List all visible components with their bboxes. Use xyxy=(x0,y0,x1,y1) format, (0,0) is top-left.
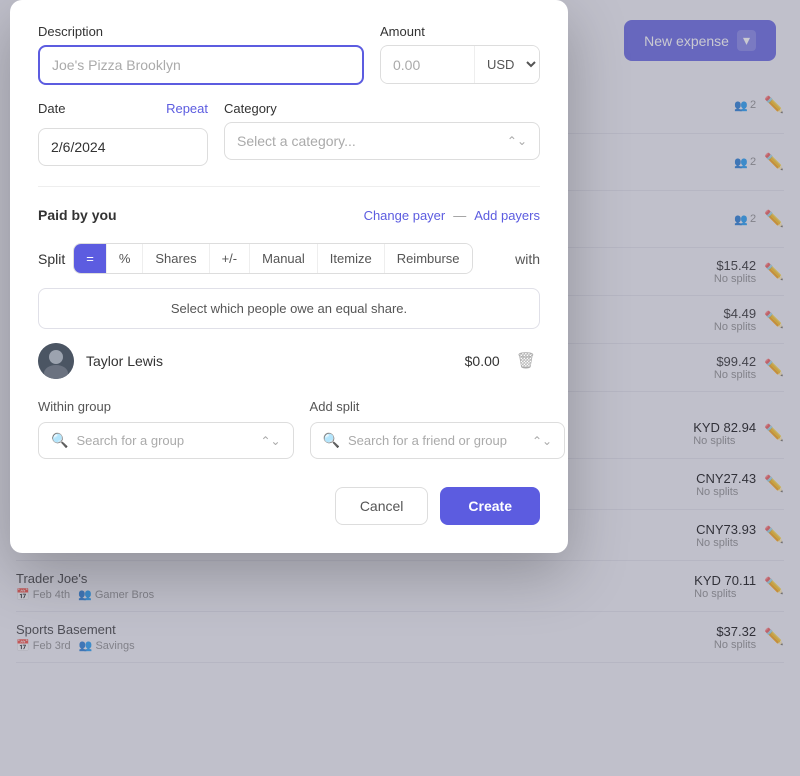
with-label: with xyxy=(515,251,540,267)
person-amount: $0.00 xyxy=(465,353,500,369)
repeat-link[interactable]: Repeat xyxy=(166,101,208,116)
date-category-row: Date Repeat Category Select a category..… xyxy=(38,101,540,166)
date-label: Date xyxy=(38,101,65,116)
tab-shares[interactable]: Shares xyxy=(143,244,209,273)
split-label: Split xyxy=(38,251,65,267)
paid-by-row: Paid by you Change payer — Add payers xyxy=(38,207,540,223)
separator: — xyxy=(453,208,466,223)
description-group: Description xyxy=(38,24,364,85)
add-split-input[interactable] xyxy=(348,433,524,448)
tab-manual[interactable]: Manual xyxy=(250,244,318,273)
group-split-row: Within group 🔍 ⌃⌄ Add split 🔍 ⌃⌄ xyxy=(38,399,540,459)
split-tabs: = % Shares +/- Manual Itemize Reimburse xyxy=(73,243,472,274)
delete-person-button[interactable]: 🗑 xyxy=(512,347,540,375)
amount-group: Amount USD xyxy=(380,24,540,85)
create-button[interactable]: Create xyxy=(440,487,540,525)
person-avatar xyxy=(38,343,74,379)
date-group: Date Repeat xyxy=(38,101,208,166)
expense-modal: Description Amount USD xyxy=(10,0,568,553)
description-input[interactable] xyxy=(38,45,364,85)
add-split-section: Add split 🔍 ⌃⌄ xyxy=(310,399,566,459)
amount-label: Amount xyxy=(380,24,540,39)
description-label: Description xyxy=(38,24,364,39)
category-group: Category Select a category... ⌃⌄ xyxy=(224,101,540,166)
within-group-input[interactable] xyxy=(76,433,252,448)
paid-by-label: Paid by you xyxy=(38,207,117,223)
tab-reimburse[interactable]: Reimburse xyxy=(385,244,472,273)
equal-share-notice: Select which people owe an equal share. xyxy=(38,288,540,329)
within-group-search[interactable]: 🔍 ⌃⌄ xyxy=(38,422,294,459)
amount-input[interactable] xyxy=(381,47,474,83)
modal-body: Description Amount USD xyxy=(10,0,568,553)
modal-overlay: Description Amount USD xyxy=(0,0,800,776)
modal-footer: Cancel Create xyxy=(38,487,540,525)
amount-input-wrapper: USD xyxy=(380,45,540,84)
cancel-button[interactable]: Cancel xyxy=(335,487,429,525)
tab-equal[interactable]: = xyxy=(74,244,107,273)
add-split-search[interactable]: 🔍 ⌃⌄ xyxy=(310,422,566,459)
add-payers-link[interactable]: Add payers xyxy=(474,208,540,223)
date-label-row: Date Repeat xyxy=(38,101,208,116)
within-group-section: Within group 🔍 ⌃⌄ xyxy=(38,399,294,459)
currency-select[interactable]: USD xyxy=(474,46,539,83)
chevron-icon: ⌃⌄ xyxy=(532,434,552,448)
tab-plusminus[interactable]: +/- xyxy=(210,244,251,273)
description-amount-row: Description Amount USD xyxy=(38,24,540,85)
category-label: Category xyxy=(224,101,540,116)
add-split-label: Add split xyxy=(310,399,566,414)
search-icon: 🔍 xyxy=(323,432,340,449)
divider xyxy=(38,186,540,187)
person-name: Taylor Lewis xyxy=(86,353,453,369)
tab-percent[interactable]: % xyxy=(107,244,144,273)
within-group-label: Within group xyxy=(38,399,294,414)
paid-by-actions: Change payer — Add payers xyxy=(364,208,540,223)
split-row: Split = % Shares +/- Manual Itemize Reim… xyxy=(38,243,540,274)
person-row: Taylor Lewis $0.00 🗑 xyxy=(38,343,540,379)
date-input[interactable] xyxy=(38,128,208,166)
category-placeholder: Select a category... xyxy=(237,133,356,149)
tab-itemize[interactable]: Itemize xyxy=(318,244,385,273)
search-icon: 🔍 xyxy=(51,432,68,449)
change-payer-link[interactable]: Change payer xyxy=(364,208,446,223)
category-select[interactable]: Select a category... ⌃⌄ xyxy=(224,122,540,160)
chevron-up-down-icon: ⌃⌄ xyxy=(507,134,527,148)
chevron-icon: ⌃⌄ xyxy=(260,434,280,448)
